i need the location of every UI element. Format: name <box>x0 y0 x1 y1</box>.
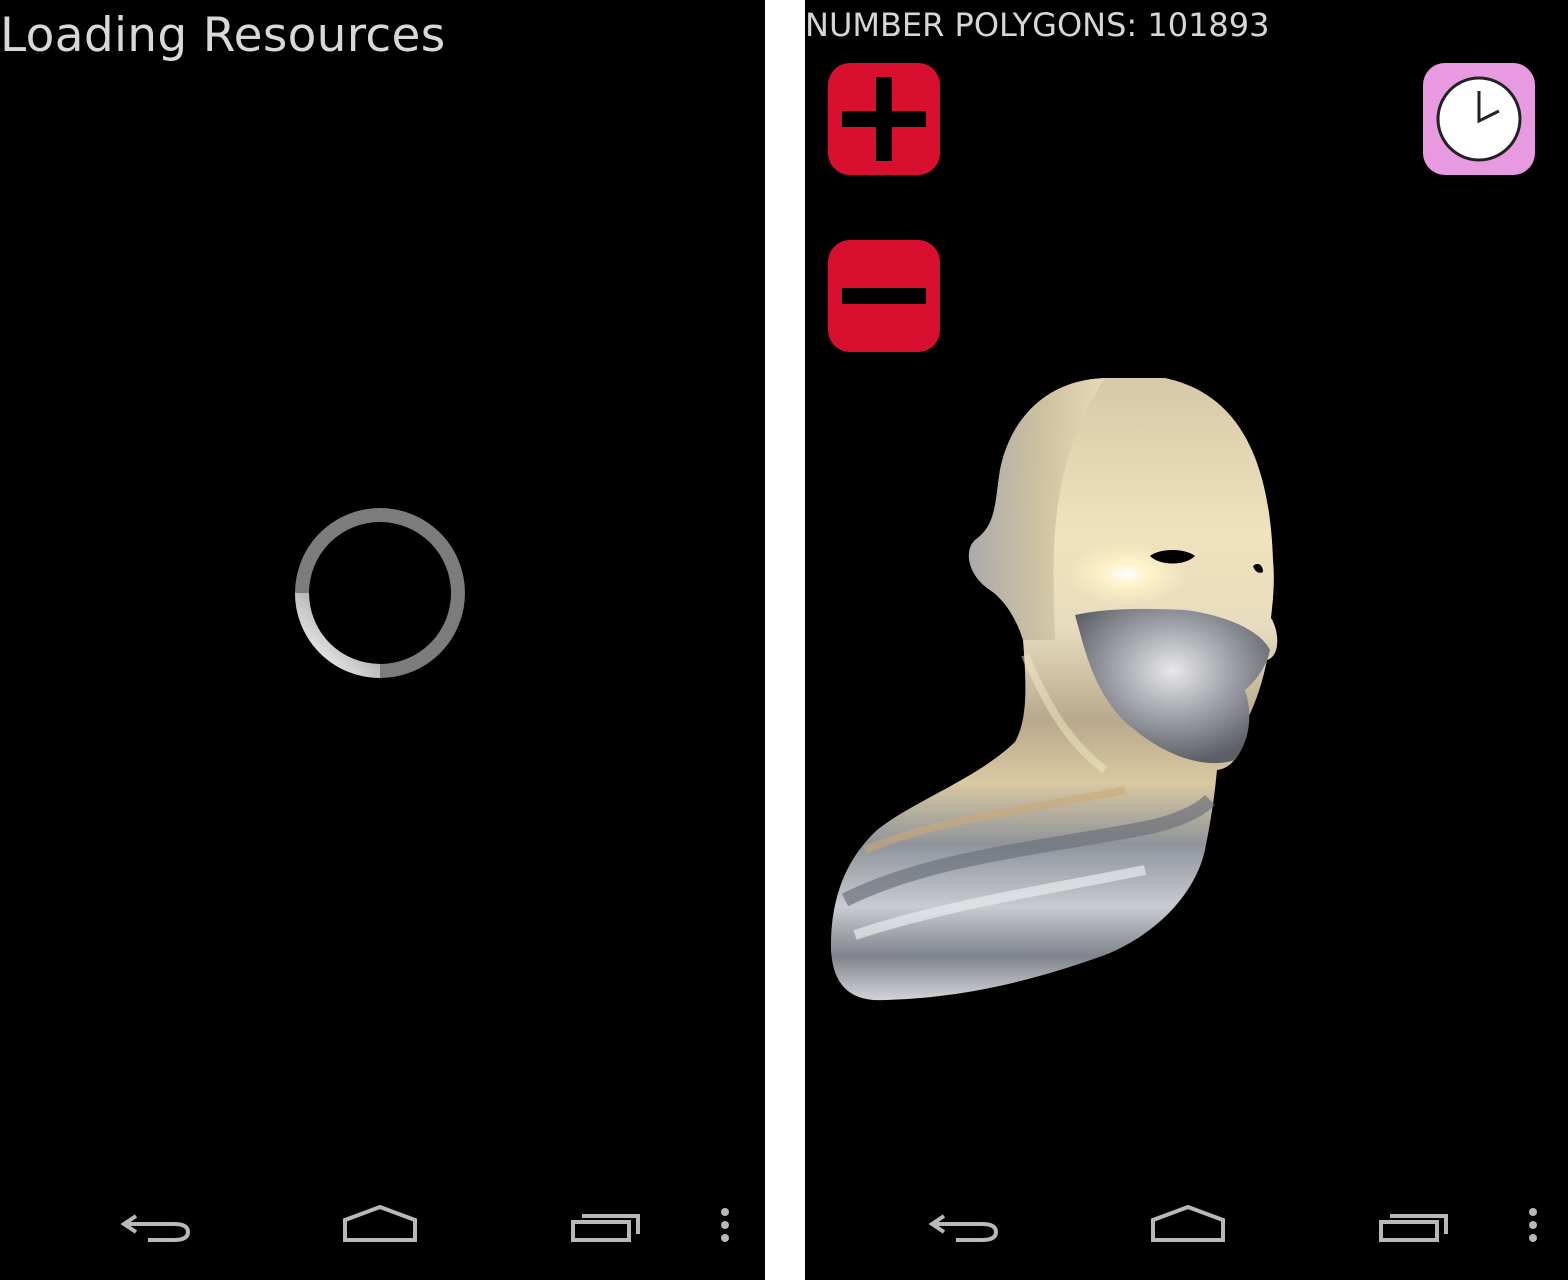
navigation-bar <box>805 1190 1568 1280</box>
recent-apps-icon <box>1379 1214 1448 1242</box>
overflow-menu-button[interactable] <box>712 1190 738 1280</box>
recent-apps-icon <box>571 1214 640 1242</box>
home-icon <box>343 1204 417 1242</box>
home-button[interactable] <box>342 1190 418 1280</box>
overflow-menu-icon <box>721 1208 729 1242</box>
home-icon <box>1151 1204 1225 1242</box>
loading-screen: Loading Resources <box>0 0 765 1280</box>
navigation-bar <box>0 1190 765 1280</box>
timer-button[interactable] <box>1423 63 1535 175</box>
increase-polygons-button[interactable] <box>828 63 940 175</box>
loading-spinner <box>295 508 465 678</box>
loading-title: Loading Resources <box>0 8 446 63</box>
home-button[interactable] <box>1150 1190 1226 1280</box>
decrease-polygons-button[interactable] <box>828 240 940 352</box>
back-button[interactable] <box>926 1190 1002 1280</box>
overflow-menu-icon <box>1529 1208 1537 1242</box>
back-button[interactable] <box>118 1190 194 1280</box>
plus-icon <box>842 77 926 161</box>
model-viewer-screen: NUMBER POLYGONS: 101893 <box>805 0 1568 1280</box>
clock-icon <box>1436 76 1522 162</box>
overflow-menu-button[interactable] <box>1520 1190 1546 1280</box>
screen-divider <box>765 0 805 1280</box>
polygon-count: NUMBER POLYGONS: 101893 <box>805 6 1270 44</box>
head-model-render[interactable] <box>805 0 1568 1280</box>
recent-apps-button[interactable] <box>1378 1190 1452 1280</box>
recent-apps-button[interactable] <box>570 1190 644 1280</box>
minus-icon <box>842 288 926 304</box>
back-icon <box>928 1214 999 1242</box>
back-icon <box>120 1214 191 1242</box>
